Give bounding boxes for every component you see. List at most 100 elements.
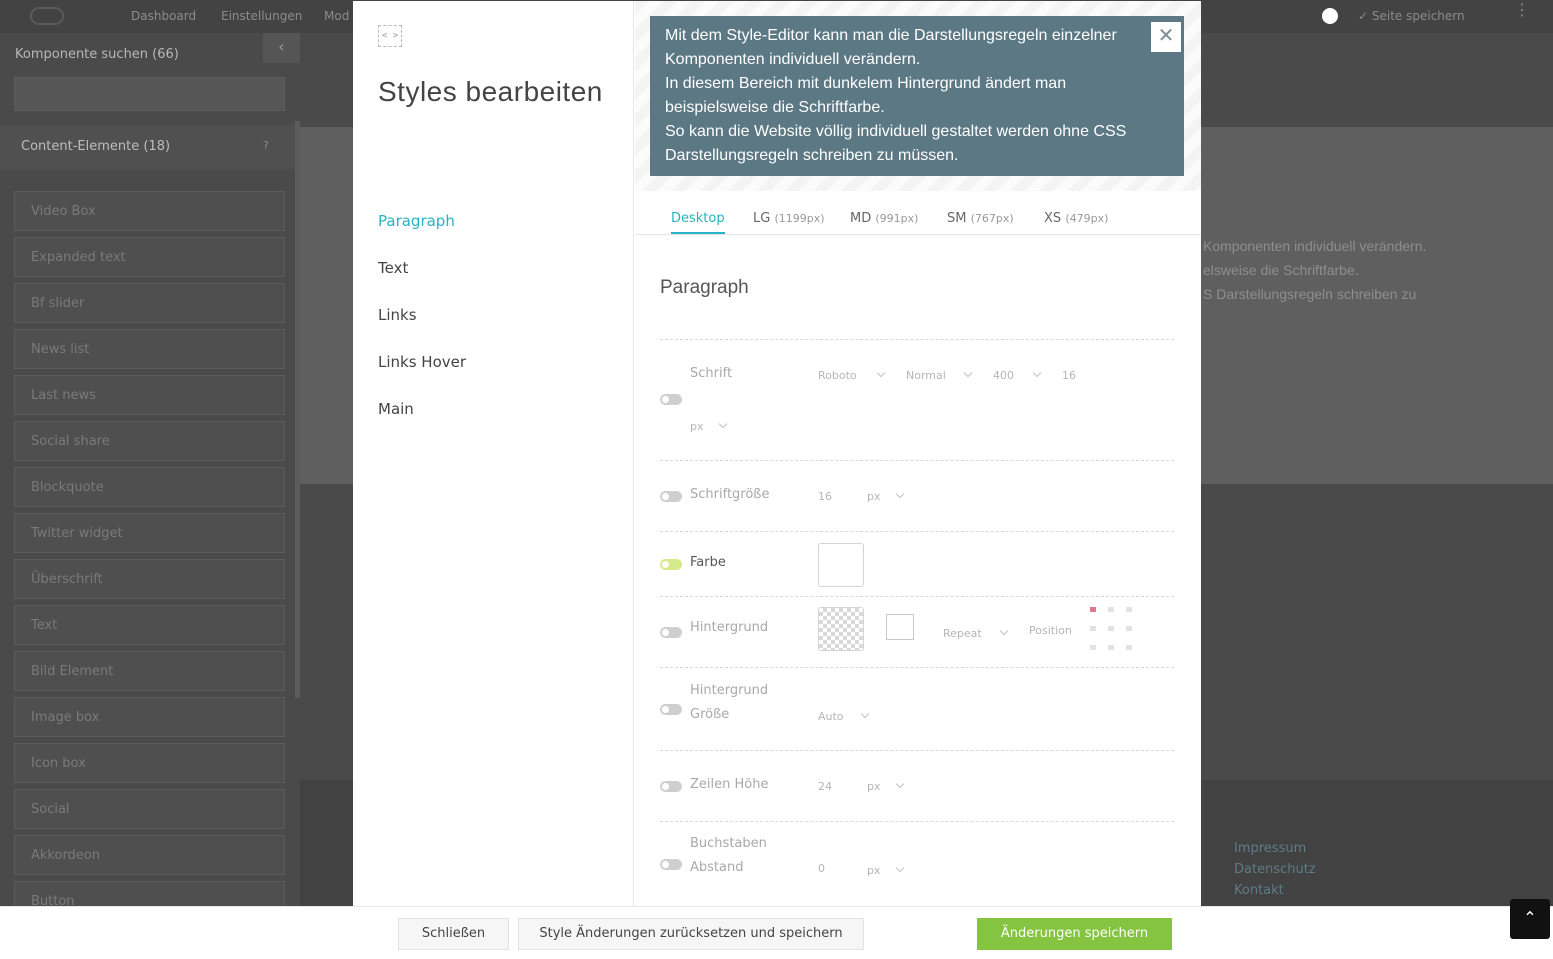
label-hintergrund: Hintergrund	[690, 620, 769, 635]
category-header[interactable]: Content-Elemente (18) ?	[0, 125, 300, 169]
toggle-farbe[interactable]	[660, 559, 682, 570]
background-image-icon[interactable]	[886, 614, 914, 640]
tab-md[interactable]: MD (991px)	[850, 211, 918, 226]
letter-spacing-input[interactable]: 0	[818, 862, 825, 875]
list-item[interactable]: Expanded text	[14, 237, 285, 277]
list-item[interactable]: Text	[14, 605, 285, 645]
list-item[interactable]: Last news	[14, 375, 285, 415]
info-box: Mit dem Style-Editor kann man die Darste…	[650, 16, 1184, 176]
close-icon[interactable]: ✕	[1151, 22, 1181, 52]
info-line: So kann die Website völlig individuell g…	[665, 123, 1127, 164]
chevron-down-icon	[876, 368, 886, 378]
style-nav-links-hover[interactable]: Links Hover	[378, 353, 466, 400]
category-label: Content-Elemente (18)	[21, 139, 171, 154]
row-buchstaben-abstand: Buchstaben Abstand 0 px	[660, 821, 1174, 907]
position-cell[interactable]	[1126, 607, 1132, 612]
label-buchstaben-abstand: Buchstaben Abstand	[690, 836, 767, 875]
position-cell[interactable]	[1108, 607, 1114, 612]
list-item[interactable]: Bild Element	[14, 651, 285, 691]
list-item[interactable]: Akkordeon	[14, 835, 285, 875]
toggle-hintergrund[interactable]	[660, 627, 682, 638]
line-height-unit-select[interactable]: px	[867, 780, 881, 793]
component-sidebar: ‹ Komponente suchen (66) Content-Element…	[0, 33, 300, 959]
chevron-down-icon	[718, 419, 728, 429]
close-button[interactable]: Schließen	[398, 918, 509, 950]
kebab-menu-icon[interactable]: ⋮	[1514, 2, 1530, 18]
tab-desktop[interactable]: Desktop	[671, 211, 725, 234]
list-item[interactable]: Bf slider	[14, 283, 285, 323]
nav-einstellungen[interactable]: Einstellungen	[221, 9, 302, 23]
schriftgroesse-input[interactable]: 16	[818, 490, 832, 503]
list-item[interactable]: Icon box	[14, 743, 285, 783]
chevron-down-icon	[963, 368, 973, 378]
list-item[interactable]: Video Box	[14, 191, 285, 231]
position-cell[interactable]	[1108, 626, 1114, 631]
row-farbe: Farbe	[660, 531, 1174, 596]
font-weight-select[interactable]: 400	[993, 369, 1014, 382]
collapse-sidebar-button[interactable]: ‹	[263, 33, 300, 63]
chevron-down-icon	[999, 626, 1009, 636]
position-cell[interactable]	[1108, 645, 1114, 650]
position-cell[interactable]	[1126, 626, 1132, 631]
toggle-buchstaben-abstand[interactable]	[660, 859, 682, 870]
position-cell[interactable]	[1090, 607, 1096, 612]
chevron-down-icon	[895, 863, 905, 873]
chevron-down-icon	[1032, 368, 1042, 378]
tab-lg[interactable]: LG (1199px)	[753, 211, 825, 226]
style-nav-main[interactable]: Main	[378, 400, 466, 447]
component-search-input[interactable]	[14, 77, 285, 111]
font-style-select[interactable]: Normal	[906, 369, 946, 382]
footer-link-kontakt[interactable]: Kontakt	[1234, 880, 1316, 901]
position-grid[interactable]	[1090, 607, 1132, 650]
component-list: Video Box Expanded text Bf slider News l…	[14, 191, 285, 927]
section-title: Paragraph	[660, 277, 749, 298]
modal-editor: Mit dem Style-Editor kann man die Darste…	[635, 1, 1201, 907]
position-cell[interactable]	[1126, 645, 1132, 650]
list-item[interactable]: Überschrift	[14, 559, 285, 599]
background-size-select[interactable]: Auto	[818, 710, 844, 723]
style-nav: Paragraph Text Links Links Hover Main	[378, 212, 466, 447]
save-changes-button[interactable]: Änderungen speichern	[977, 918, 1172, 950]
letter-spacing-unit-select[interactable]: px	[867, 864, 881, 877]
font-family-select[interactable]: Roboto	[818, 369, 857, 382]
style-nav-text[interactable]: Text	[378, 259, 466, 306]
chevron-down-icon	[895, 489, 905, 499]
list-item[interactable]: Twitter widget	[14, 513, 285, 553]
toggle-schriftgroesse[interactable]	[660, 491, 682, 502]
label-farbe: Farbe	[690, 555, 726, 570]
list-item[interactable]: Blockquote	[14, 467, 285, 507]
background-text: Komponenten individuell verändern. elswe…	[1203, 238, 1427, 302]
list-item[interactable]: Image box	[14, 697, 285, 737]
help-icon[interactable]: ?	[263, 139, 269, 152]
line-height-input[interactable]: 24	[818, 780, 832, 793]
save-page-button[interactable]: ✓ Seite speichern	[1358, 9, 1465, 23]
toggle-hintergrund-groesse[interactable]	[660, 704, 682, 715]
schriftgroesse-unit-select[interactable]: px	[867, 490, 881, 503]
list-item[interactable]: Social share	[14, 421, 285, 461]
nav-module[interactable]: Mod	[324, 9, 349, 23]
list-item[interactable]: Social	[14, 789, 285, 829]
nav-dashboard[interactable]: Dashboard	[131, 9, 196, 23]
background-repeat-select[interactable]: Repeat	[943, 627, 982, 640]
tab-sm[interactable]: SM (767px)	[947, 211, 1014, 226]
toggle-zeilen-hoehe[interactable]	[660, 781, 682, 792]
footer-link-datenschutz[interactable]: Datenschutz	[1234, 859, 1316, 880]
font-size-input[interactable]: 16	[1062, 369, 1076, 382]
toggle-schrift[interactable]	[660, 394, 682, 405]
list-item[interactable]: News list	[14, 329, 285, 369]
position-cell[interactable]	[1090, 645, 1096, 650]
background-color-swatch[interactable]	[818, 607, 864, 651]
scroll-to-top-button[interactable]: ⌃	[1510, 899, 1550, 939]
label-schriftgroesse: Schriftgröße	[690, 487, 770, 502]
position-cell[interactable]	[1090, 626, 1096, 631]
color-swatch[interactable]	[818, 543, 864, 587]
font-unit-select[interactable]: px	[690, 420, 704, 433]
label-zeilen-hoehe: Zeilen Höhe	[690, 777, 769, 792]
style-nav-paragraph[interactable]: Paragraph	[378, 212, 466, 259]
status-dot[interactable]	[1322, 8, 1338, 24]
reset-and-save-button[interactable]: Style Änderungen zurücksetzen und speich…	[518, 918, 864, 950]
row-hintergrund-groesse: Hintergrund Größe Auto	[660, 667, 1174, 750]
footer-link-impressum[interactable]: Impressum	[1234, 838, 1316, 859]
tab-xs[interactable]: XS (479px)	[1044, 211, 1108, 226]
style-nav-links[interactable]: Links	[378, 306, 466, 353]
